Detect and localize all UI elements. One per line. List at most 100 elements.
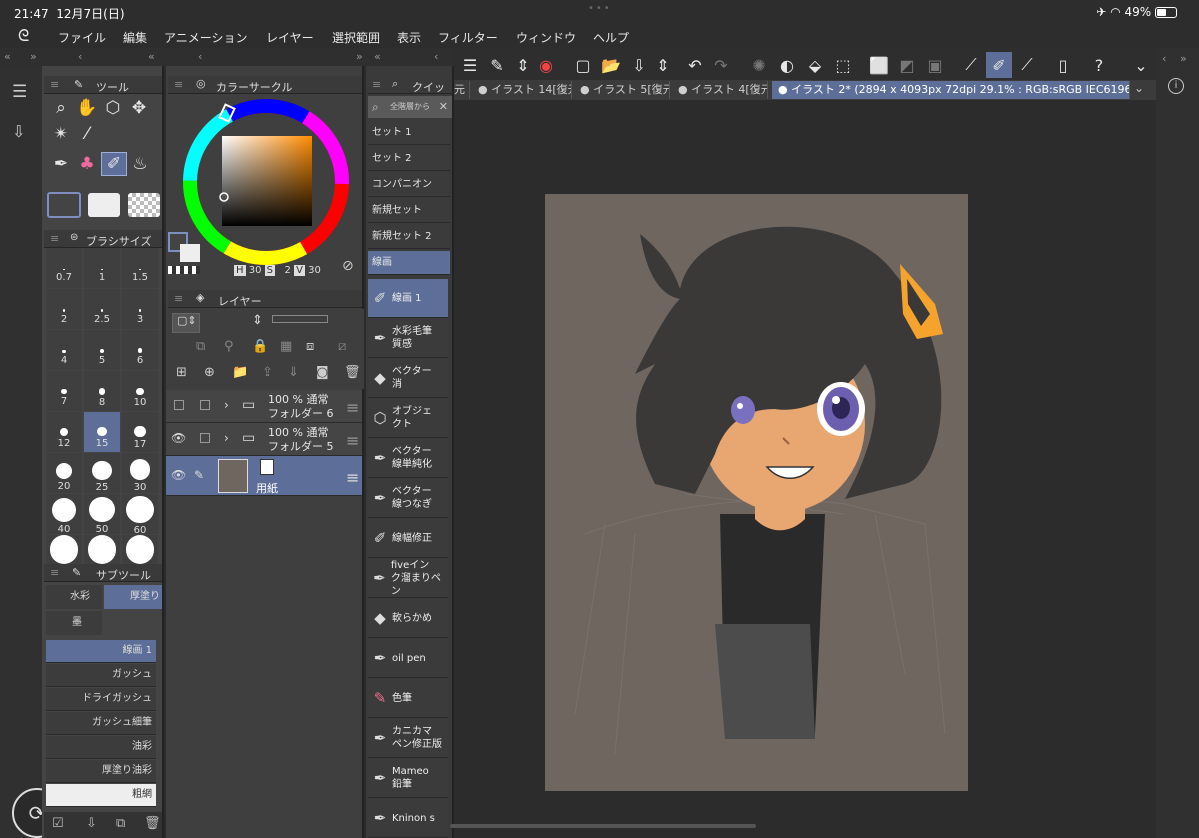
new-folder-icon[interactable]: 📁 (232, 365, 248, 380)
quick-brush-vector-join[interactable]: ✒ ベクター 線つなぎ (368, 479, 448, 518)
color-mode-icon[interactable]: ⊘ (342, 258, 354, 274)
quick-set-item[interactable]: コンパニオン (368, 173, 450, 197)
mask-icon[interactable]: ⧈ (306, 339, 314, 354)
quick-brush-color-brush[interactable]: ✎ 色筆 (368, 679, 448, 718)
hand-icon[interactable]: ✋ (74, 96, 100, 120)
menu-layer[interactable]: レイヤー (266, 29, 314, 46)
drag-handle-icon[interactable]: ≡ (346, 468, 359, 487)
brush-size-cell[interactable]: 4 (46, 330, 82, 370)
brush-size-cell[interactable]: 40 (46, 494, 82, 535)
magic-wand-icon[interactable]: ✴ (48, 122, 74, 146)
lock-icon[interactable]: 🔒 (252, 339, 268, 354)
redo-icon[interactable]: ↷ (708, 52, 734, 78)
arrow-left-icon[interactable]: ‹ (1162, 52, 1166, 65)
loading-icon[interactable]: ✺ (746, 52, 772, 78)
brush-size-cell[interactable]: 10 (122, 371, 158, 411)
quick-brush-kanikama-pen[interactable]: ✒ カニカマ ペン修正版 (368, 719, 448, 758)
layer-list-icon[interactable]: ☰ (12, 82, 27, 102)
brush-size-cell[interactable]: 15 (84, 412, 120, 452)
menu-view[interactable]: 表示 (397, 29, 421, 46)
artwork[interactable] (545, 194, 968, 791)
brush-size-cell[interactable]: 1.5 (122, 248, 158, 288)
eye-icon[interactable]: 👁 (171, 468, 186, 482)
brush-size-cell[interactable]: 2.5 (84, 289, 120, 329)
menu-icon[interactable]: ≡ (50, 78, 59, 91)
deselect-icon[interactable]: ⬜ (866, 52, 892, 78)
pen-icon[interactable]: ✒ (48, 152, 74, 176)
subtool-tab-ink[interactable]: 墨 (46, 611, 102, 635)
clip-icon[interactable]: ⧉ (196, 339, 205, 354)
sub-color-swatch[interactable] (88, 193, 120, 217)
chevron-updown-icon[interactable]: ⇕ (650, 52, 676, 78)
subtool-item[interactable]: ガッシュ (46, 664, 156, 687)
delete-icon[interactable]: 🗑 (144, 816, 161, 831)
brush-size-cell[interactable]: 0.7 (46, 248, 82, 288)
brush-size-cell[interactable]: 12 (46, 412, 82, 452)
brush-size-cell[interactable]: 17 (122, 412, 158, 452)
chevron-down-icon[interactable]: ⌄ (1128, 52, 1154, 78)
tabs-dropdown-icon[interactable]: ⌄ (1134, 81, 1144, 95)
subtool-item[interactable]: 粗網 (46, 784, 156, 807)
hamburger-icon[interactable]: ☰ (457, 52, 483, 78)
quick-brush-line-brush[interactable]: ✐ 線画 1 (368, 279, 448, 318)
quick-brush-vector-eraser[interactable]: ◆ ベクター 消 (368, 359, 448, 398)
fill-bucket-icon[interactable]: ⬙ (802, 52, 828, 78)
opacity-stepper-icon[interactable]: ⇕ (252, 313, 263, 328)
quick-brush-mameo-pencil[interactable]: ✒ Mameo 鉛筆 (368, 759, 448, 798)
eye-icon[interactable]: 👁 (171, 431, 186, 445)
quick-brush-soft-eraser[interactable]: ◆ 軟らかめ (368, 599, 448, 638)
menu-animation[interactable]: アニメーション (164, 29, 248, 46)
menu-help[interactable]: ヘルプ (593, 29, 629, 46)
quick-brush-line-width[interactable]: ✐ 線幅修正 (368, 519, 448, 558)
layer-row[interactable]: › ▭ 100 % 通常 フォルダー 6 ≡ (166, 390, 362, 423)
open-folder-icon[interactable]: 📂 (598, 52, 624, 78)
transparent-color-swatch[interactable] (128, 193, 160, 217)
collapse-left-icon[interactable]: « (374, 50, 381, 63)
brush-size-cell[interactable]: 60 (122, 494, 158, 536)
merge-icon[interactable]: ⇓ (288, 365, 299, 380)
brush-size-cell[interactable]: 5 (84, 330, 120, 370)
record-icon[interactable]: ◉ (533, 52, 559, 78)
undo-icon[interactable]: ↶ (682, 52, 708, 78)
layer-mask-icon[interactable]: ◙ (316, 365, 329, 380)
save-icon[interactable]: ⇩ (626, 52, 652, 78)
zoom-icon[interactable]: ⌕ (48, 96, 74, 120)
subtool-item[interactable]: 厚塗り油彩 (46, 760, 156, 783)
quick-brush-kninon[interactable]: ✒ Kninon s (368, 799, 448, 838)
quick-set-item-selected[interactable]: 線画 (368, 251, 450, 275)
brush-size-cell[interactable]: 1 (84, 248, 120, 288)
collapse-left-icon[interactable]: « (4, 50, 11, 63)
subtool-tab-thick[interactable]: 厚塗り (104, 585, 162, 609)
drag-handle-icon[interactable]: ≡ (346, 398, 359, 417)
menu-selection[interactable]: 選択範囲 (332, 29, 380, 46)
settings-icon[interactable]: ☑ (52, 816, 64, 831)
object-icon[interactable]: ⬡ (100, 96, 126, 120)
brush-size-cell[interactable]: 6 (122, 330, 158, 370)
invert-selection-icon[interactable]: ◩ (894, 52, 920, 78)
tab-illust-2-active[interactable]: ● イラスト 2* (2894 x 4093px 72dpi 29.1% : R… (772, 81, 1130, 99)
subtool-item[interactable]: 油彩 (46, 736, 156, 759)
quick-brush-ink-pen[interactable]: ✒ fiveイン ク溜まりペン (368, 559, 448, 598)
menu-icon[interactable]: ≡ (174, 292, 183, 305)
menu-filter[interactable]: フィルター (438, 29, 498, 46)
info-icon[interactable]: i (1168, 78, 1184, 94)
delete-layer-icon[interactable]: 🗑 (344, 365, 361, 380)
expand-icon[interactable]: › (224, 398, 229, 412)
move-icon[interactable]: ✥ (126, 96, 152, 120)
collapse-right-icon[interactable]: » (356, 50, 363, 63)
lock-alpha-icon[interactable]: ▦ (280, 339, 292, 354)
decoration-icon[interactable]: ♣ (74, 152, 100, 176)
layer-row-selected[interactable]: 👁 ✎ 用紙 ≡ (166, 456, 362, 496)
quick-brush-object[interactable]: ⬡ オブジェ クト (368, 399, 448, 438)
visibility-off-icon[interactable] (174, 400, 184, 410)
app-logo-icon[interactable]: ᘓ (18, 26, 29, 46)
download-icon[interactable]: ⇩ (86, 816, 97, 831)
menu-window[interactable]: ウィンドウ (516, 29, 576, 46)
eraser-mode-icon[interactable]: ⟋ (1014, 52, 1040, 78)
mask-off-icon[interactable]: ⧄ (338, 339, 346, 354)
brush-size-cell[interactable]: 25 (84, 453, 120, 493)
collapse-right-icon[interactable]: » (1180, 52, 1187, 65)
brush-size-cell[interactable]: 3 (122, 289, 158, 329)
import-icon[interactable]: ⇩ (12, 122, 25, 141)
selection-layer-icon[interactable]: ▣ (922, 52, 948, 78)
